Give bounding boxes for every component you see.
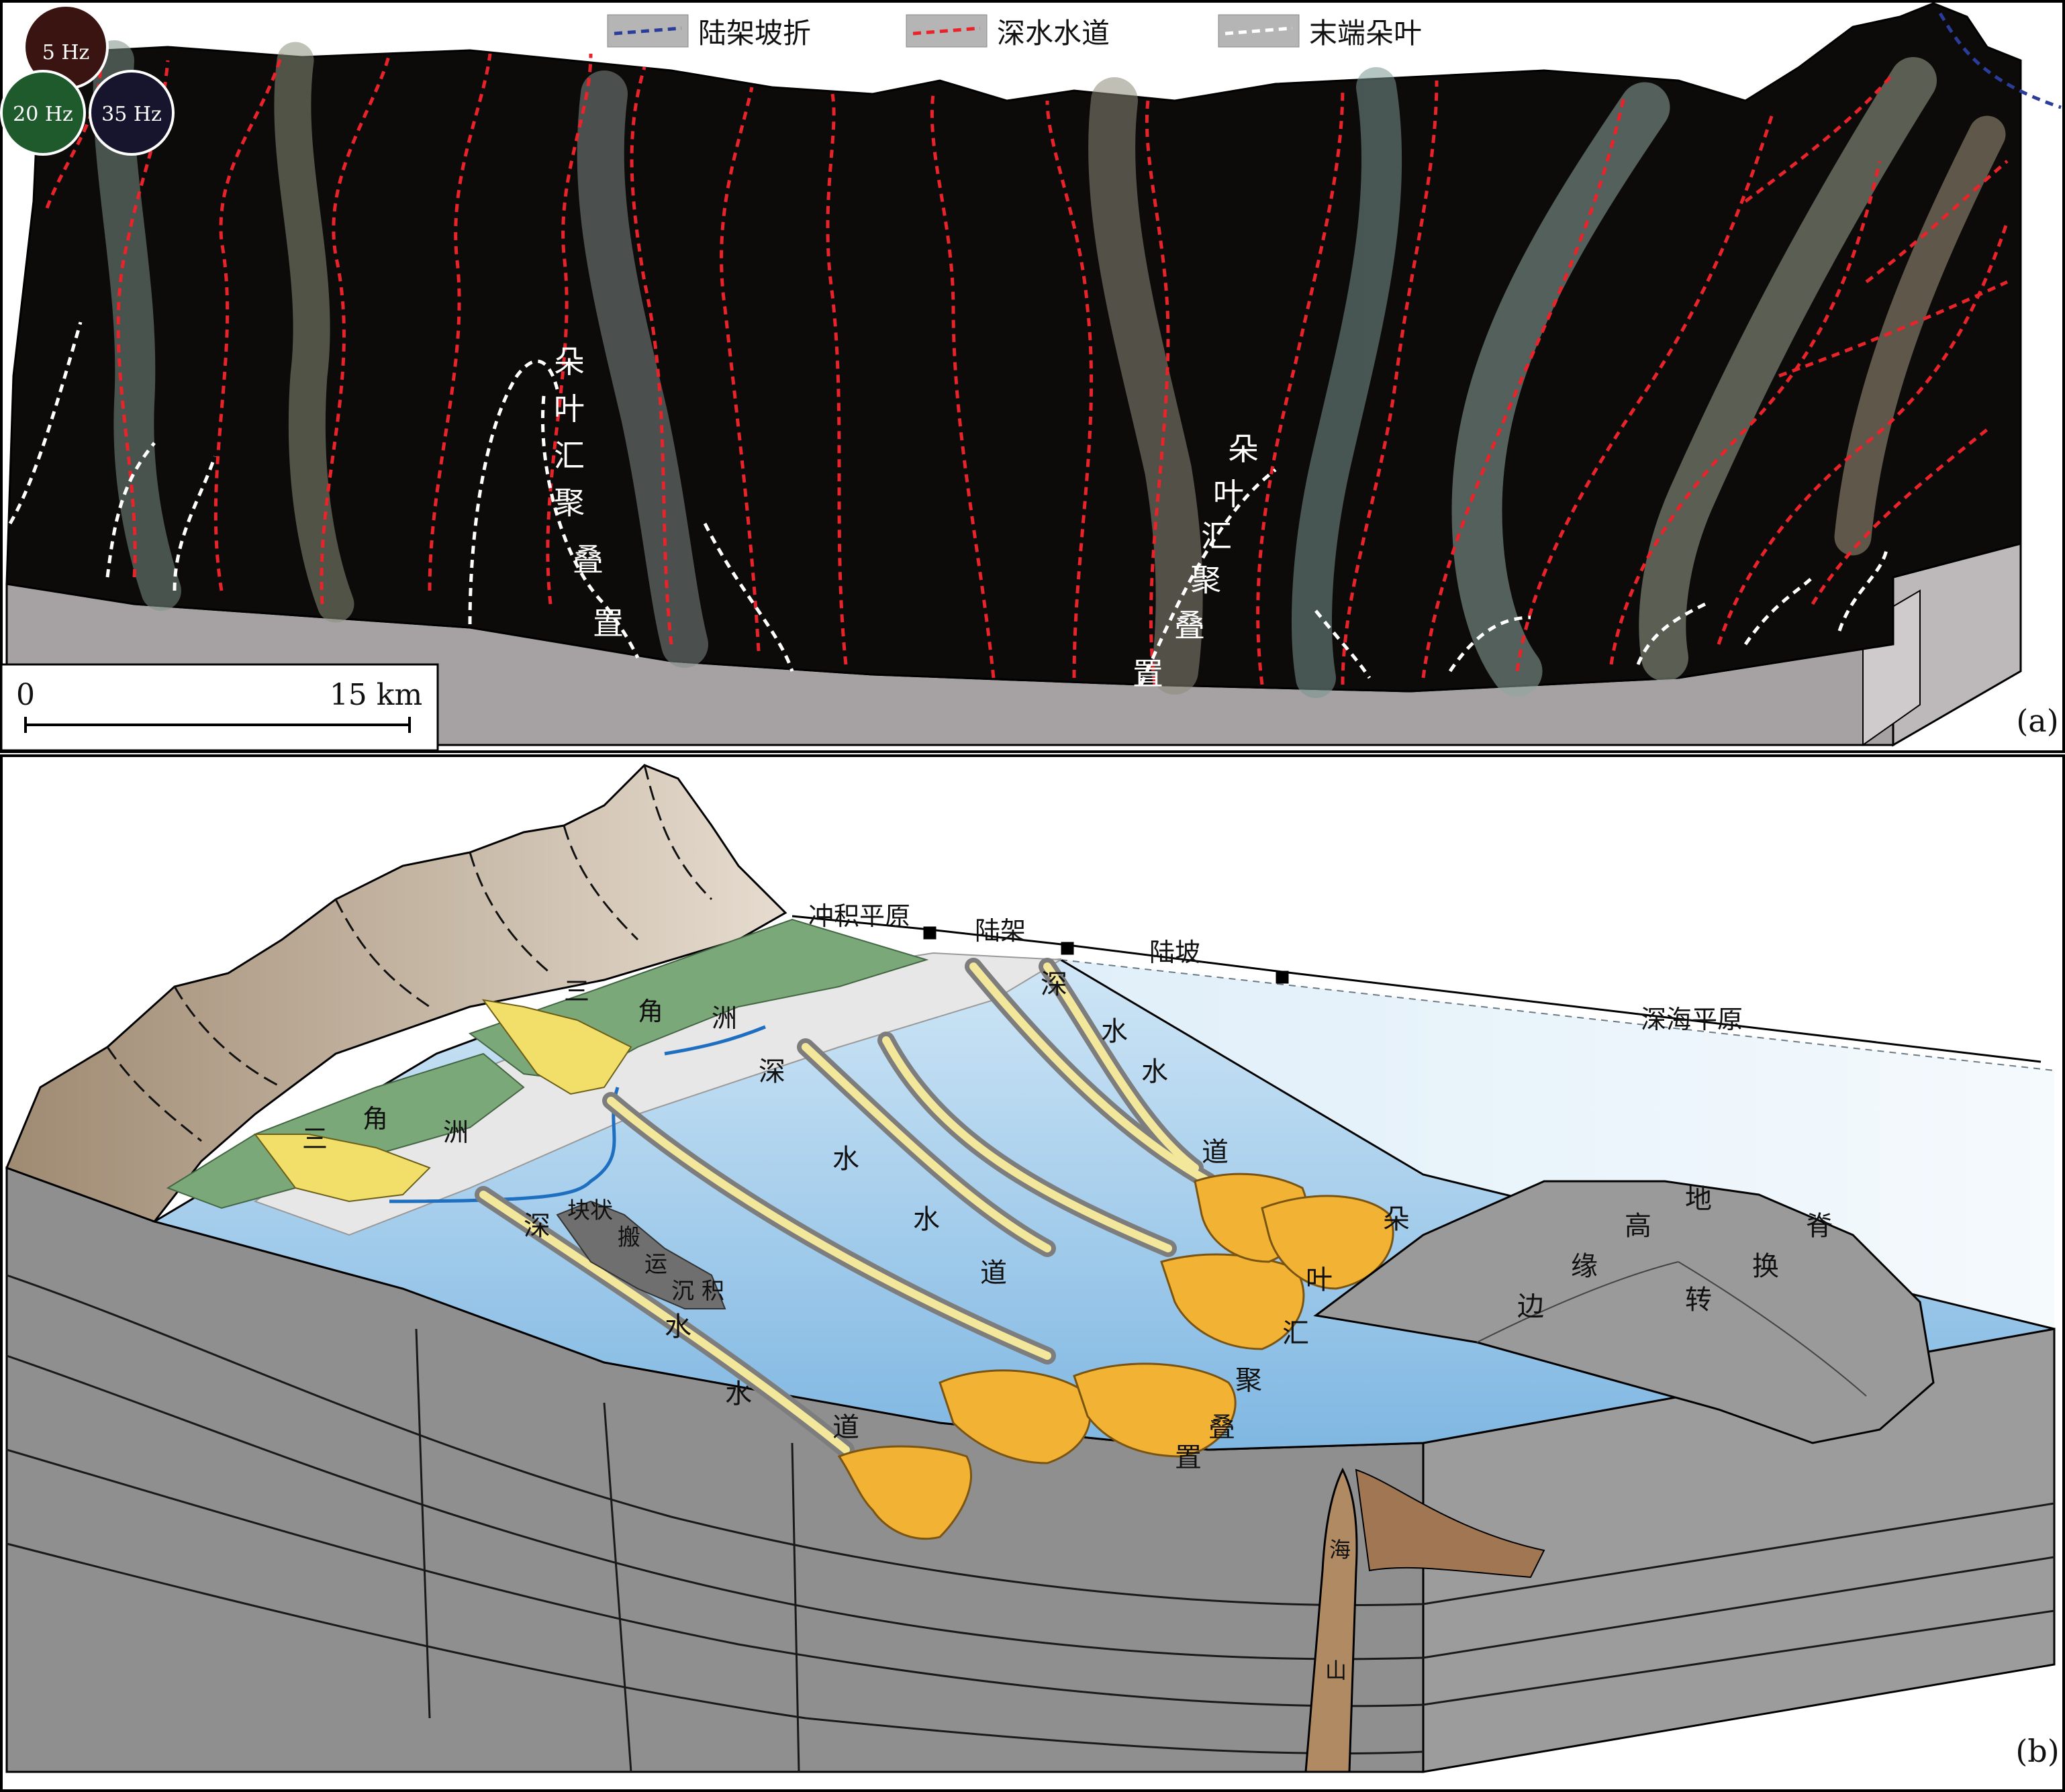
lobe1-char: 汇 [554, 438, 585, 474]
delta2-char: 角 [363, 1104, 388, 1134]
ch2-char: 深 [759, 1056, 785, 1087]
zone-slope: 陆坡 [1149, 938, 1200, 967]
lobe-char: 汇 [1282, 1318, 1309, 1349]
panel-b-label: (b) [2015, 1733, 2059, 1769]
ch3-char: 道 [832, 1412, 859, 1443]
mtd-char: 搬 [618, 1224, 640, 1251]
legend-label-shelf-break: 陆架坡折 [698, 17, 811, 50]
ch1-char: 水 [1141, 1056, 1168, 1087]
legend-label-channel: 深水水道 [997, 17, 1110, 50]
ridge-char: 边 [1517, 1291, 1544, 1322]
delta1-char: 角 [638, 997, 663, 1026]
lobe2-char: 朵 [1228, 431, 1259, 467]
lobe-char: 朵 [1383, 1204, 1410, 1235]
ch2-char: 水 [913, 1204, 940, 1235]
lobe1-char: 叠 [573, 542, 604, 578]
lobe2-char: 聚 [1190, 562, 1221, 598]
ch3-char: 水 [665, 1311, 691, 1342]
mtd-char: 积 [702, 1278, 724, 1305]
zone-abyssal-plain: 深海平原 [1641, 1005, 1743, 1034]
seamount-char: 山 [1325, 1658, 1347, 1683]
scale-end: 15 km [330, 678, 422, 712]
label-5hz: 5 Hz [42, 41, 90, 64]
zone-alluvial-plain: 冲积平原 [808, 901, 910, 931]
ch1-char: 水 [1101, 1016, 1128, 1047]
legend-label-lobe: 末端朵叶 [1309, 17, 1422, 50]
ridge-char: 高 [1625, 1211, 1651, 1242]
lobe1-char: 叶 [554, 391, 585, 427]
lobe1-char: 朵 [554, 344, 585, 380]
lobe-char: 置 [1175, 1442, 1202, 1473]
ch1-char: 深 [1041, 969, 1067, 1000]
mtd-char: 运 [644, 1251, 667, 1278]
ch3-char: 深 [524, 1211, 550, 1242]
ch1-char: 道 [1202, 1137, 1229, 1168]
ridge-char: 转 [1685, 1285, 1712, 1315]
label-35hz: 35 Hz [101, 103, 162, 126]
lobe2-char: 汇 [1201, 518, 1232, 554]
ridge-char: 地 [1685, 1184, 1712, 1215]
zone-shelf: 陆架 [975, 916, 1026, 946]
lobe2-char: 叶 [1213, 476, 1244, 512]
mtd-char: 沉 [671, 1278, 694, 1305]
lobe2-char: 置 [1133, 656, 1163, 692]
lobe-char: 叶 [1306, 1264, 1333, 1295]
lobe-char: 聚 [1235, 1365, 1262, 1396]
scale-start: 0 [16, 678, 35, 712]
lobe2-char: 叠 [1174, 607, 1205, 644]
delta2-char: 洲 [443, 1117, 469, 1147]
delta2-char: 三 [302, 1124, 328, 1154]
delta1-char: 洲 [712, 1003, 737, 1033]
panel-a: 5 Hz 20 Hz 35 Hz 陆架坡折 深水水道 末端朵叶 朵 叶 汇 聚 … [0, 0, 2065, 753]
label-20hz: 20 Hz [13, 103, 73, 126]
ch2-char: 水 [832, 1144, 859, 1175]
mtd-char: 块状 [567, 1197, 613, 1224]
ridge-char: 换 [1752, 1251, 1779, 1282]
panel-a-label: (a) [2016, 703, 2058, 739]
ch2-char: 道 [980, 1258, 1007, 1289]
ch3-char: 水 [725, 1379, 752, 1409]
figure-canvas: 5 Hz 20 Hz 35 Hz 陆架坡折 深水水道 末端朵叶 朵 叶 汇 聚 … [0, 0, 2065, 1792]
seamount-char: 海 [1329, 1537, 1351, 1562]
delta1-char: 三 [564, 977, 589, 1006]
ridge-char: 脊 [1806, 1211, 1833, 1242]
scale-bar: 0 15 km [0, 663, 439, 752]
ridge-char: 缘 [1571, 1251, 1598, 1282]
panel-b: 冲积平原 陆架 陆坡 深海平原 三 角 洲 三 角 洲 深 水 水 道 深 水 … [0, 754, 2065, 1792]
lobe1-char: 聚 [554, 485, 585, 521]
lobe1-char: 置 [593, 605, 624, 642]
lobe-char: 叠 [1208, 1412, 1235, 1443]
